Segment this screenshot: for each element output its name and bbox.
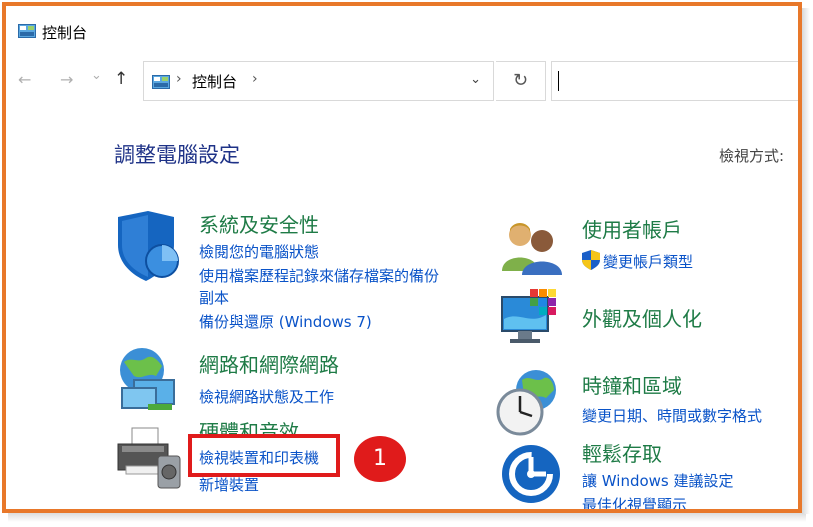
clock-globe-icon xyxy=(496,370,556,436)
breadcrumb-control-panel[interactable]: 控制台 xyxy=(192,71,237,92)
category-appearance-personalization[interactable]: 外觀及個人化 xyxy=(582,303,702,332)
control-panel-icon xyxy=(18,24,36,38)
search-input[interactable] xyxy=(551,61,798,101)
link-add-device[interactable]: 新增裝置 xyxy=(199,474,259,495)
address-bar[interactable]: › 控制台 › ⌄ xyxy=(143,61,494,101)
recent-locations-icon[interactable]: ⌄ xyxy=(91,68,102,83)
link-let-windows-suggest[interactable]: 讓 Windows 建議設定 xyxy=(582,470,734,491)
printer-icon xyxy=(117,427,181,489)
shield-icon xyxy=(118,211,179,281)
breadcrumb-chevron-icon[interactable]: › xyxy=(176,71,182,87)
appearance-icon xyxy=(501,289,556,343)
highlight-box xyxy=(188,434,340,477)
view-by-label[interactable]: 檢視方式: xyxy=(719,145,784,166)
category-network-internet[interactable]: 網路和網際網路 xyxy=(199,349,339,378)
network-icon xyxy=(120,348,175,410)
category-clock-region[interactable]: 時鐘和區域 xyxy=(582,370,682,399)
breadcrumb-chevron-icon[interactable]: › xyxy=(252,71,258,87)
link-file-history-backup[interactable]: 使用檔案歷程記錄來儲存檔案的備份 xyxy=(199,265,439,286)
control-panel-window: 控制台 ← → ⌄ ↑ › 控制台 › ⌄ ↻ 調整電腦設定 檢視方式: 系統及… xyxy=(2,2,802,513)
forward-arrow-icon[interactable]: → xyxy=(60,70,73,89)
window-shadow-bottom xyxy=(8,512,806,522)
window-title: 控制台 xyxy=(42,24,88,42)
users-icon xyxy=(502,223,562,275)
link-review-computer-status[interactable]: 檢閱您的電腦狀態 xyxy=(199,241,319,262)
link-optimize-visual-display[interactable]: 最佳化視覺顯示 xyxy=(582,494,687,509)
link-view-network-status[interactable]: 檢視網路狀態及工作 xyxy=(199,386,334,407)
uac-shield-icon xyxy=(582,250,600,270)
link-file-history-backup-cont[interactable]: 副本 xyxy=(199,287,229,308)
ease-of-access-icon xyxy=(502,445,560,503)
refresh-button[interactable]: ↻ xyxy=(496,61,546,101)
window-shadow-right xyxy=(802,8,810,514)
step-number-badge: 1 xyxy=(354,436,406,482)
category-user-accounts[interactable]: 使用者帳戶 xyxy=(582,214,682,243)
refresh-icon: ↻ xyxy=(512,70,529,91)
address-dropdown-icon[interactable]: ⌄ xyxy=(470,72,481,87)
link-change-account-type[interactable]: 變更帳戶類型 xyxy=(603,251,693,272)
up-arrow-icon[interactable]: ↑ xyxy=(114,69,128,89)
category-system-security[interactable]: 系統及安全性 xyxy=(199,209,319,238)
text-caret xyxy=(558,71,559,91)
page-title: 調整電腦設定 xyxy=(114,143,240,167)
link-backup-restore-win7[interactable]: 備份與還原 (Windows 7) xyxy=(199,311,372,332)
link-change-date-time-format[interactable]: 變更日期、時間或數字格式 xyxy=(582,405,762,426)
control-panel-icon xyxy=(152,75,170,89)
back-arrow-icon[interactable]: ← xyxy=(18,70,31,89)
category-ease-of-access[interactable]: 輕鬆存取 xyxy=(582,438,662,467)
